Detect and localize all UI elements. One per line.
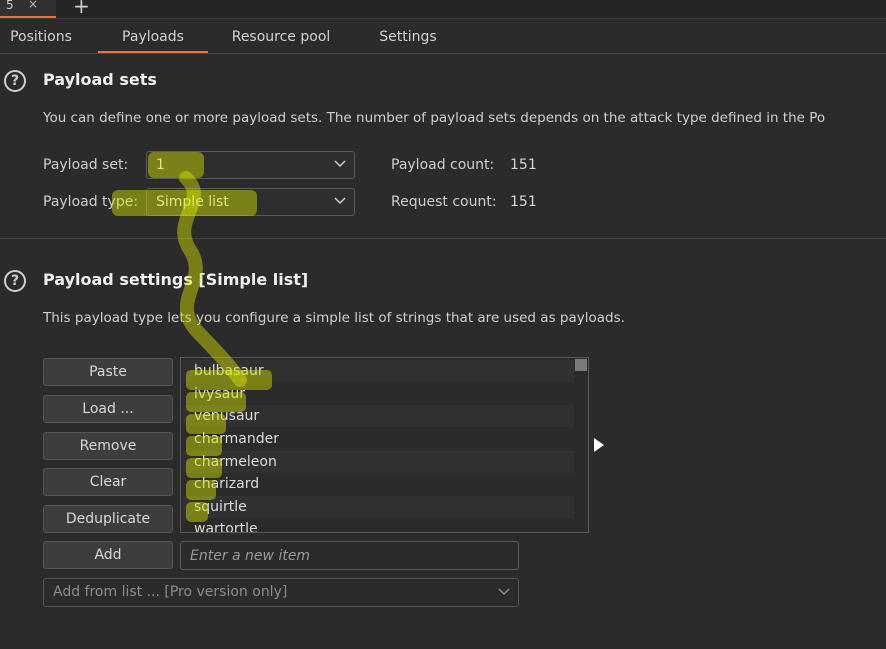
question-circle-icon[interactable]: ? bbox=[4, 70, 26, 92]
payload-set-value: 1 bbox=[156, 157, 165, 173]
add-from-list-value: Add from list ... [Pro version only] bbox=[53, 584, 288, 600]
request-count-value: 151 bbox=[510, 194, 537, 210]
payload-type-label: Payload type: bbox=[43, 194, 139, 210]
payload-set-label: Payload set: bbox=[43, 157, 129, 173]
add-from-list-select[interactable]: Add from list ... [Pro version only] bbox=[43, 578, 519, 607]
list-item-text: bulbasaur bbox=[194, 363, 264, 379]
list-item[interactable]: bulbasaur bbox=[183, 360, 574, 382]
add-button[interactable]: Add bbox=[43, 541, 173, 569]
list-item-text: venusaur bbox=[194, 408, 260, 424]
tab-resource-pool[interactable]: Resource pool bbox=[218, 19, 344, 52]
request-count-label: Request count: bbox=[391, 194, 497, 210]
payload-type-value: Simple list bbox=[156, 194, 229, 210]
payload-count-label: Payload count: bbox=[391, 157, 495, 173]
list-item[interactable]: squirtle bbox=[183, 496, 574, 518]
mouse-pointer-icon bbox=[594, 438, 604, 452]
payload-count-value: 151 bbox=[510, 157, 537, 173]
load-button[interactable]: Load ... bbox=[43, 395, 173, 423]
intruder-payloads-panel: 5 × + Positions Payloads Resource pool S… bbox=[0, 0, 886, 649]
attack-tab-strip: 5 × + bbox=[0, 0, 886, 19]
list-item[interactable]: charizard bbox=[183, 473, 574, 495]
list-scrollbar[interactable] bbox=[575, 359, 587, 371]
chevron-down-icon bbox=[498, 588, 510, 596]
attack-tab-number: 5 bbox=[6, 0, 14, 12]
payload-set-select[interactable]: 1 bbox=[146, 151, 355, 179]
list-item-text: squirtle bbox=[194, 499, 247, 515]
chevron-down-icon bbox=[334, 160, 346, 168]
list-item-text: ivysaur bbox=[194, 386, 245, 402]
payload-sets-description: You can define one or more payload sets.… bbox=[43, 110, 826, 126]
new-item-input[interactable] bbox=[180, 541, 519, 570]
payload-settings-description: This payload type lets you configure a s… bbox=[43, 310, 625, 326]
list-item-text: charmeleon bbox=[194, 454, 277, 470]
paste-button[interactable]: Paste bbox=[43, 358, 173, 386]
chevron-down-icon bbox=[334, 197, 346, 205]
clear-button[interactable]: Clear bbox=[43, 468, 173, 496]
remove-button[interactable]: Remove bbox=[43, 432, 173, 460]
attack-tab[interactable]: 5 × bbox=[0, 0, 56, 18]
tab-payloads[interactable]: Payloads bbox=[98, 19, 208, 53]
question-circle-icon[interactable]: ? bbox=[4, 270, 26, 292]
tab-settings[interactable]: Settings bbox=[367, 19, 449, 52]
close-icon[interactable]: × bbox=[28, 0, 38, 11]
payload-list[interactable]: bulbasaur ivysaur venusaur charmander ch… bbox=[180, 357, 589, 533]
tab-bar: Positions Payloads Resource pool Setting… bbox=[0, 19, 886, 54]
payload-settings-title: Payload settings [Simple list] bbox=[43, 270, 309, 289]
list-item-text: wartortle bbox=[194, 521, 258, 533]
list-item[interactable]: charmeleon bbox=[183, 451, 574, 473]
list-item[interactable]: charmander bbox=[183, 428, 574, 450]
section-divider bbox=[0, 238, 886, 239]
list-item[interactable]: ivysaur bbox=[183, 383, 574, 405]
deduplicate-button[interactable]: Deduplicate bbox=[43, 505, 173, 533]
list-item-text: charizard bbox=[194, 476, 260, 492]
payload-type-select[interactable]: Simple list bbox=[146, 188, 355, 216]
plus-icon[interactable]: + bbox=[73, 0, 90, 18]
list-item[interactable]: wartortle bbox=[183, 518, 574, 533]
payload-sets-title: Payload sets bbox=[43, 70, 157, 89]
list-item[interactable]: venusaur bbox=[183, 405, 574, 427]
tab-positions[interactable]: Positions bbox=[0, 19, 82, 52]
list-item-text: charmander bbox=[194, 431, 280, 447]
